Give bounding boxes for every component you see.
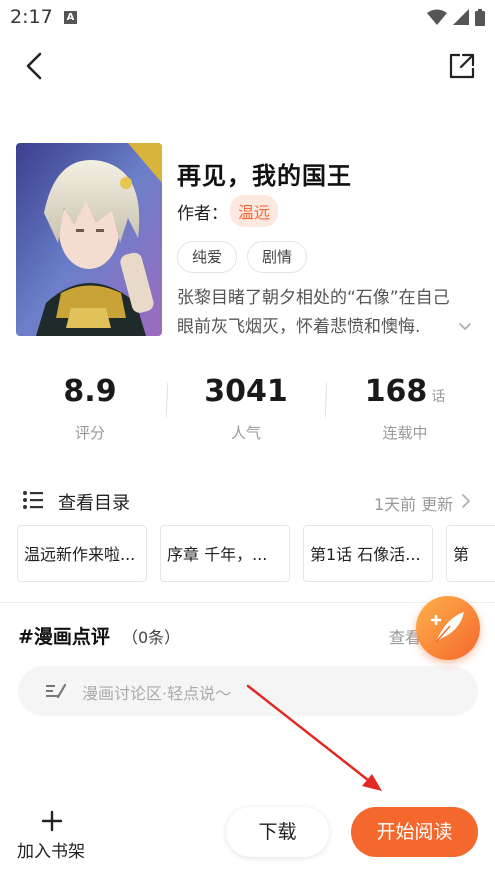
update-info[interactable]: 1天前 更新 xyxy=(374,491,453,515)
chapters-unit: 话 xyxy=(431,389,446,405)
plus-icon[interactable] xyxy=(41,810,63,832)
add-to-shelf-button[interactable]: 加入书架 xyxy=(17,837,85,862)
share-button[interactable] xyxy=(446,50,478,82)
download-button[interactable]: 下载 xyxy=(226,807,329,857)
start-reading-button[interactable]: 开始阅读 xyxy=(351,807,478,857)
description-line: 眼前灰飞烟灭，怀着悲愤和懊悔. xyxy=(177,317,421,337)
stat-separator xyxy=(325,382,327,418)
stat-separator xyxy=(166,382,168,418)
chevron-left-icon xyxy=(26,52,42,80)
edit-icon xyxy=(46,683,67,699)
chevron-right-icon[interactable] xyxy=(461,493,471,509)
author-name[interactable]: 温远 xyxy=(230,195,279,227)
battery-icon xyxy=(475,8,485,26)
back-button[interactable] xyxy=(20,50,48,82)
cover-illustration xyxy=(16,143,162,336)
chapter-card[interactable]: 第 xyxy=(446,525,495,582)
discussion-input[interactable]: 漫画讨论区·轻点说～ xyxy=(18,666,478,716)
list-icon xyxy=(23,491,43,509)
book-description[interactable]: 张黎目睹了朝夕相处的“石像”在自己 眼前灰飞烟灭，怀着悲愤和懊悔. xyxy=(177,284,482,342)
chapters-count: 168 话 xyxy=(355,374,455,409)
popularity-value: 3041 xyxy=(204,374,288,409)
share-icon xyxy=(449,53,475,79)
rating-value: 8.9 xyxy=(63,374,117,409)
author-label: 作者： xyxy=(177,204,228,224)
signal-icon xyxy=(453,9,469,25)
chevron-down-icon[interactable] xyxy=(458,320,472,334)
rating-label: 评分 xyxy=(74,424,105,442)
discussion-placeholder: 漫画讨论区·轻点说～ xyxy=(82,684,232,703)
chapter-card[interactable]: 第1话 石像活... xyxy=(303,525,433,582)
tag-drama[interactable]: 剧情 xyxy=(247,241,308,273)
quill-icon xyxy=(430,612,464,643)
chapter-card[interactable]: 温远新作来啦... xyxy=(17,525,147,582)
catalog-link[interactable]: 查看目录 xyxy=(58,489,130,515)
serial-status: 连载中 xyxy=(382,424,428,442)
description-line: 张黎目睹了朝夕相处的“石像”在自己 xyxy=(177,288,450,308)
status-icons xyxy=(427,8,485,26)
tag-romance[interactable]: 纯爱 xyxy=(177,241,238,273)
comments-title: #漫画点评 xyxy=(18,626,110,648)
chapters-value: 168 xyxy=(364,374,428,409)
popularity-label: 人气 xyxy=(230,424,261,442)
status-bar: 2:17 A xyxy=(0,0,495,34)
book-title: 再见，我的国王 xyxy=(177,162,352,190)
book-cover[interactable] xyxy=(16,143,162,336)
wifi-icon xyxy=(427,9,447,25)
comments-count: （0条） xyxy=(122,628,181,647)
status-time: 2:17 xyxy=(10,6,53,28)
write-comment-fab[interactable] xyxy=(416,596,480,660)
chapter-card[interactable]: 序章 千年，... xyxy=(160,525,290,582)
notification-badge: A xyxy=(64,11,77,24)
